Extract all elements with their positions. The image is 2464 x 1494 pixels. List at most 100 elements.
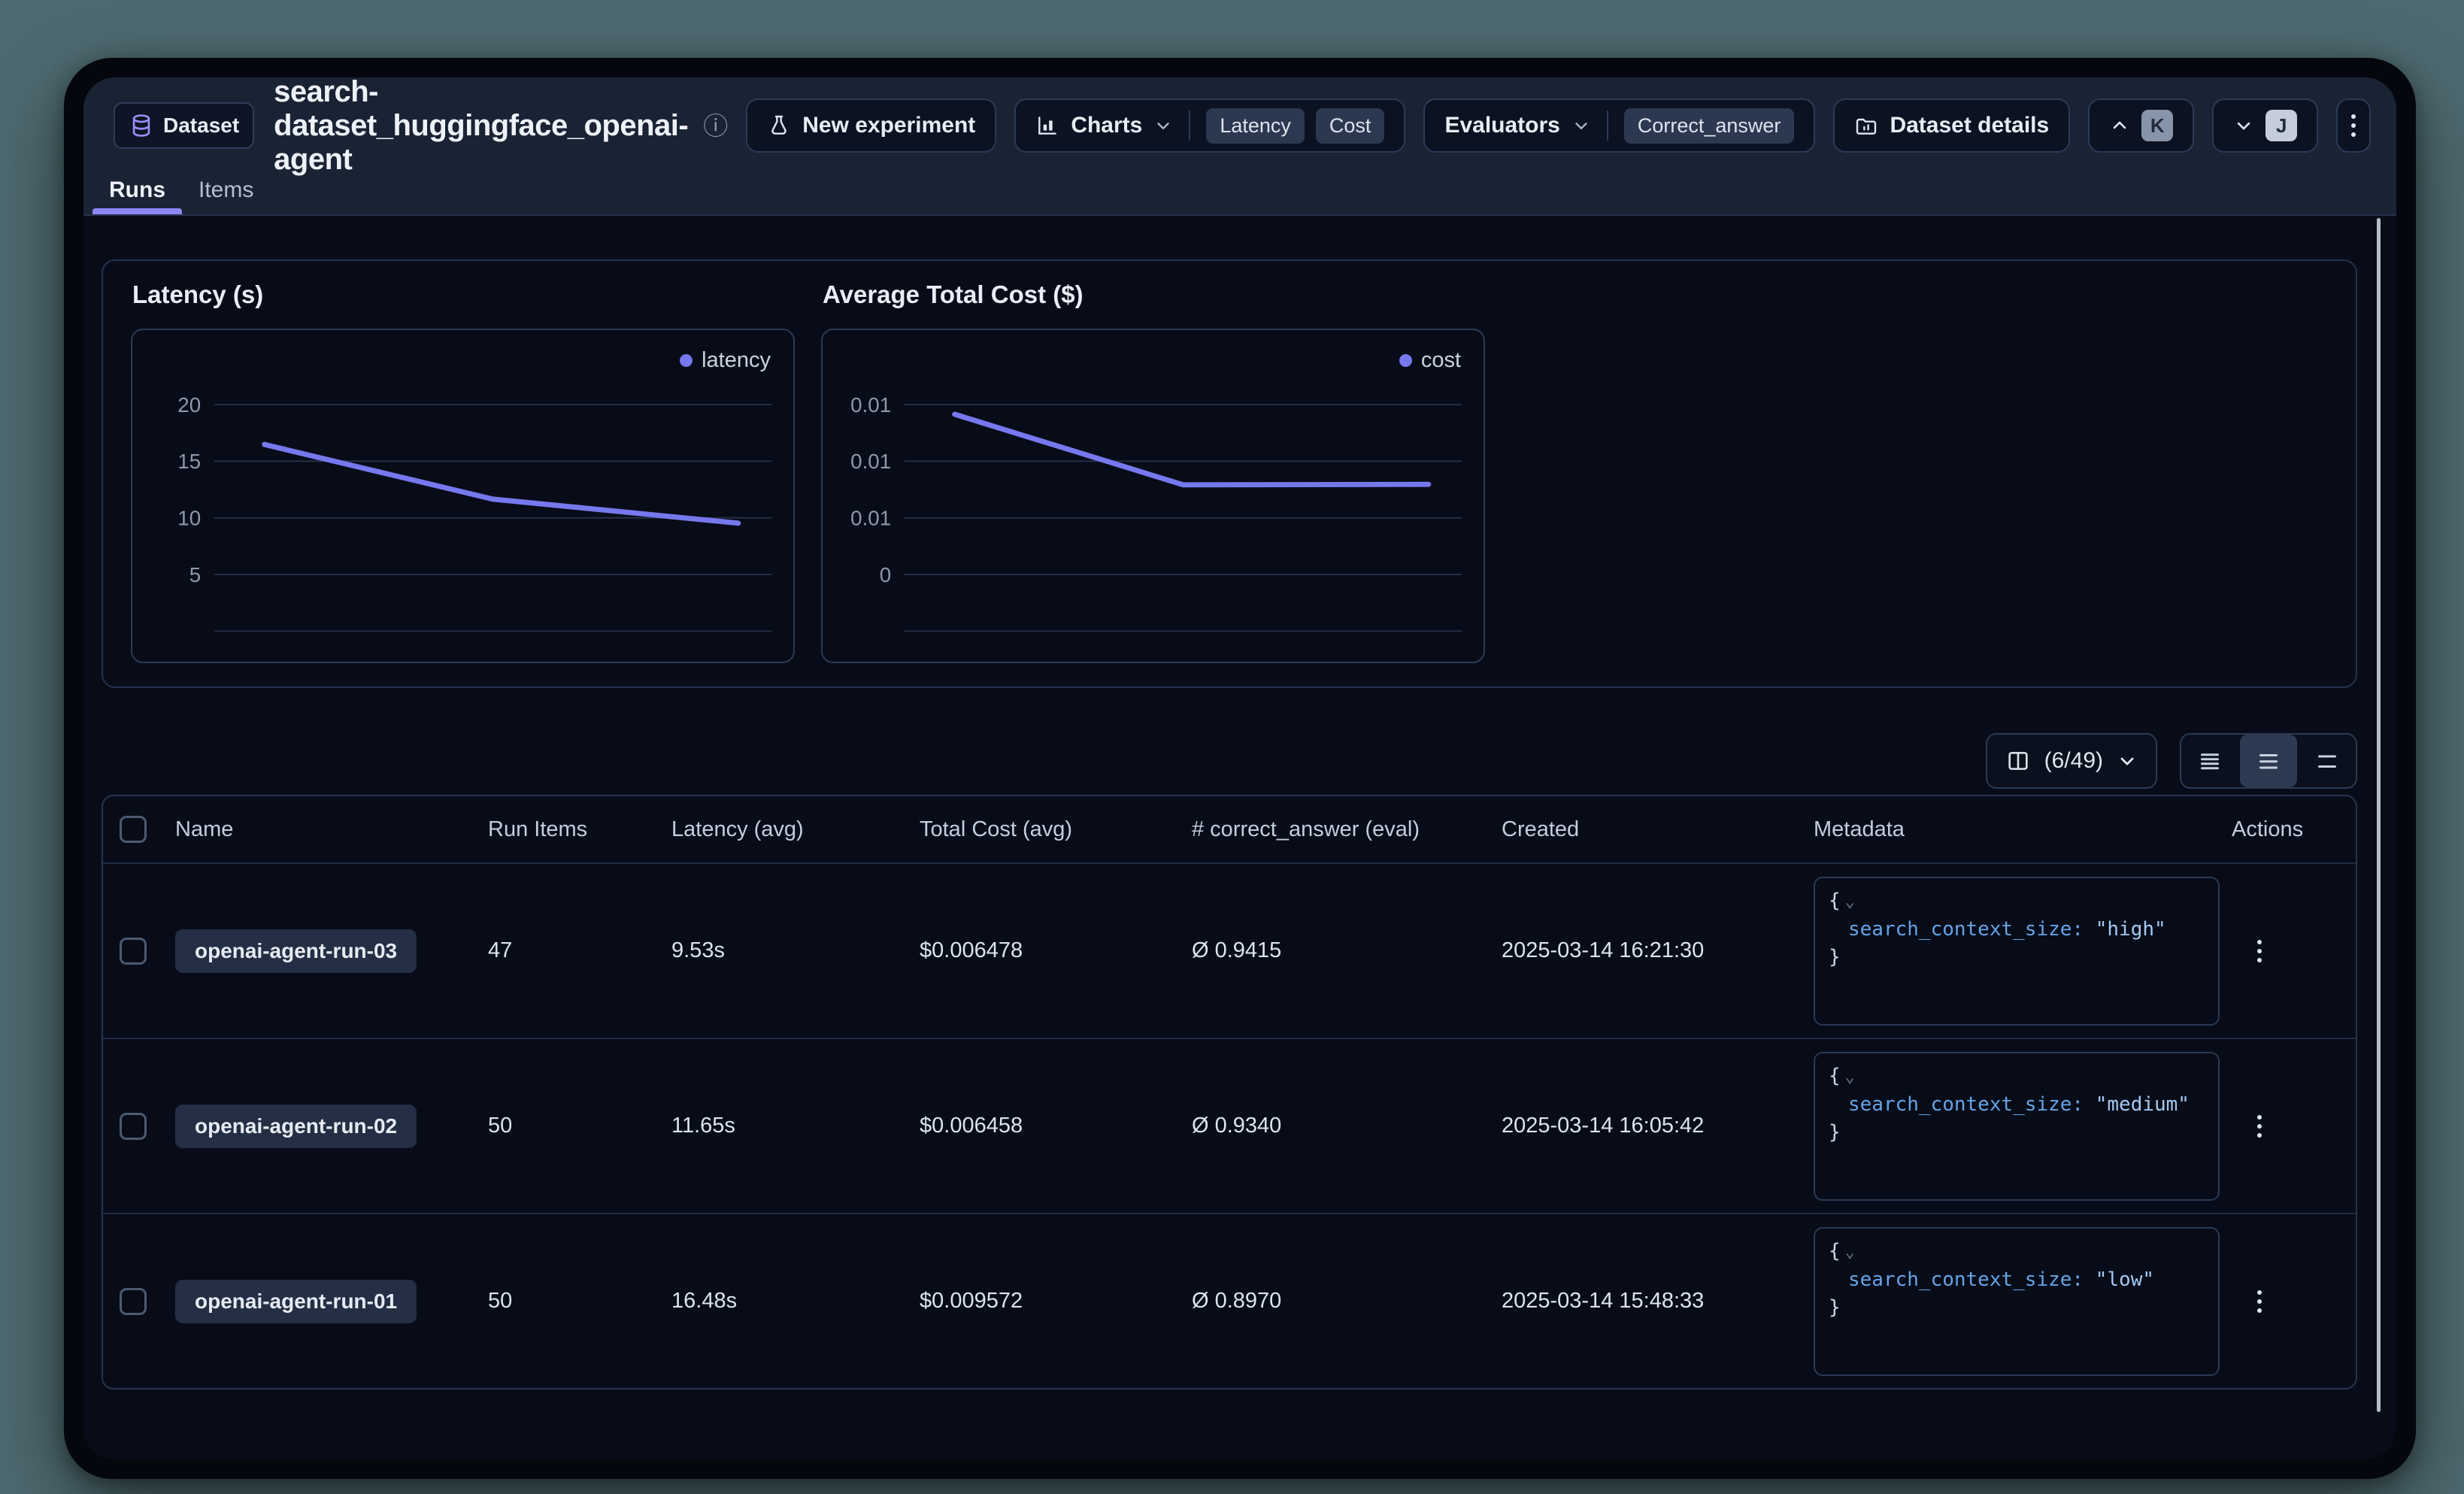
row-checkbox-cell [103,1113,175,1140]
row-height-compact-button[interactable] [2181,735,2238,787]
chevron-down-icon [2233,115,2254,136]
metadata-key: search_context_size: [1848,1093,2096,1116]
chevron-up-icon [2109,115,2130,136]
row-actions-button[interactable] [2250,1283,2269,1320]
run-name-cell: openai-agent-run-03 [175,929,488,973]
scrollbar-thumb[interactable] [2377,218,2381,1412]
charts-menu-button[interactable]: Charts Latency Cost [1014,98,1405,153]
prev-item-shortcut-button[interactable]: K [2088,98,2194,153]
run-name-chip[interactable]: openai-agent-run-01 [175,1280,417,1323]
run-name-chip[interactable]: openai-agent-run-02 [175,1105,417,1148]
tab-items[interactable]: Items [182,166,270,214]
metadata-json[interactable]: {⌄search_context_size: "medium"} [1814,1052,2220,1201]
row-checkbox[interactable] [120,938,147,965]
row-actions-button[interactable] [2250,1108,2269,1145]
metadata-line-kv: search_context_size: "medium" [1829,1091,2205,1119]
charts-menu-label: Charts [1071,113,1142,138]
row-height-toggle-group [2180,733,2357,789]
open-brace: { [1829,889,1841,912]
legend-dot [1399,354,1412,367]
column-visibility-button[interactable]: (6/49) [1986,733,2157,789]
total-cost-avg-cell: $0.006478 [920,938,1192,963]
flask-icon [767,114,791,138]
latency-line-chart-svg: 2015105 [132,330,793,662]
button-divider [1189,111,1190,141]
created-cell: 2025-03-14 15:48:33 [1502,1289,1814,1314]
created-cell: 2025-03-14 16:21:30 [1502,938,1814,963]
bar-chart-icon [1035,114,1059,138]
chevron-down-icon [2117,750,2138,771]
new-experiment-button[interactable]: New experiment [746,98,996,153]
legend-dot [680,354,693,367]
collapse-chevron-icon[interactable]: ⌄ [1845,892,1855,911]
runs-table: Name Run Items Latency (avg) Total Cost … [102,795,2357,1389]
latency-avg-cell: 11.65s [671,1114,920,1138]
svg-text:10: 10 [177,506,201,529]
eval-score-cell: Ø 0.9415 [1192,938,1502,963]
table-body: openai-agent-run-03479.53s$0.006478Ø 0.9… [103,862,2356,1388]
metadata-line-kv: search_context_size: "high" [1829,916,2205,944]
actions-cell [2232,1108,2356,1145]
cost-chart: cost 0.010.010.010 [821,329,1485,663]
row-height-tall-button[interactable] [2299,735,2356,787]
table-controls: (6/49) [102,733,2357,789]
shortcut-key-j: J [2265,110,2297,141]
metadata-json[interactable]: {⌄search_context_size: "high"} [1814,877,2220,1026]
chart-tag-latency[interactable]: Latency [1206,108,1305,144]
evaluators-menu-button[interactable]: Evaluators Correct_answer [1423,98,1815,153]
row-actions-button[interactable] [2250,932,2269,970]
cost-chart-block: Average Total Cost ($) cost 0.010.010.01… [821,279,1485,686]
metadata-line-close: } [1829,1294,2205,1322]
metadata-json[interactable]: {⌄search_context_size: "low"} [1814,1227,2220,1376]
evaluator-tag-correct-answer[interactable]: Correct_answer [1624,108,1795,144]
dataset-details-button[interactable]: Dataset details [1833,98,2070,153]
table-row: openai-agent-run-015016.48s$0.009572Ø 0.… [103,1213,2356,1388]
run-items-cell: 50 [488,1289,671,1314]
svg-text:0.01: 0.01 [850,506,891,529]
eval-score-cell: Ø 0.9340 [1192,1114,1502,1138]
evaluators-menu-label: Evaluators [1444,113,1559,138]
tab-runs[interactable]: Runs [92,166,182,214]
col-header-created[interactable]: Created [1502,817,1814,842]
dataset-badge-label: Dataset [163,114,239,138]
run-name-chip[interactable]: openai-agent-run-03 [175,929,417,973]
latency-chart-title: Latency (s) [132,280,795,309]
row-checkbox[interactable] [120,1113,147,1140]
app-window-content: Dataset search-dataset_huggingface_opena… [83,77,2396,1459]
svg-text:0: 0 [880,563,891,586]
info-icon[interactable]: ⓘ [703,114,728,138]
dataset-details-label: Dataset details [1890,113,2049,138]
col-header-run-items[interactable]: Run Items [488,817,671,842]
column-count-label: (6/49) [2044,748,2103,774]
collapse-chevron-icon[interactable]: ⌄ [1845,1068,1855,1086]
app-window: Dataset search-dataset_huggingface_opena… [64,58,2416,1479]
page-title: search-dataset_huggingface_openai-agent [274,77,688,177]
col-header-name[interactable]: Name [175,817,488,842]
header-more-actions-button[interactable] [2336,98,2371,153]
main-content: Latency (s) latency 2015105 Average Tota… [83,216,2396,1389]
col-header-latency[interactable]: Latency (avg) [671,817,920,842]
collapse-chevron-icon[interactable]: ⌄ [1845,1243,1855,1262]
row-checkbox[interactable] [120,1288,147,1315]
row-height-medium-button[interactable] [2240,735,2297,787]
next-item-shortcut-button[interactable]: J [2212,98,2318,153]
metadata-key: search_context_size: [1848,918,2096,941]
latency-chart: latency 2015105 [131,329,795,663]
col-header-actions: Actions [2232,817,2356,842]
metadata-line-open: {⌄ [1829,887,2205,916]
chevron-down-icon [1153,116,1173,135]
col-header-total-cost[interactable]: Total Cost (avg) [920,817,1192,842]
select-all-checkbox[interactable] [120,816,147,843]
header-row: Dataset search-dataset_huggingface_opena… [114,97,2357,154]
metadata-cell: {⌄search_context_size: "high"} [1814,877,2232,1026]
row-checkbox-cell [103,938,175,965]
table-row: openai-agent-run-025011.65s$0.006458Ø 0.… [103,1038,2356,1213]
col-header-metadata[interactable]: Metadata [1814,817,2232,842]
col-header-eval[interactable]: # correct_answer (eval) [1192,817,1502,842]
chart-tag-cost[interactable]: Cost [1316,108,1385,144]
metadata-cell: {⌄search_context_size: "medium"} [1814,1052,2232,1201]
table-header-row: Name Run Items Latency (avg) Total Cost … [103,796,2356,862]
legend-label: cost [1421,348,1461,373]
chevron-down-icon [1571,116,1591,135]
metadata-line-kv: search_context_size: "low" [1829,1266,2205,1294]
